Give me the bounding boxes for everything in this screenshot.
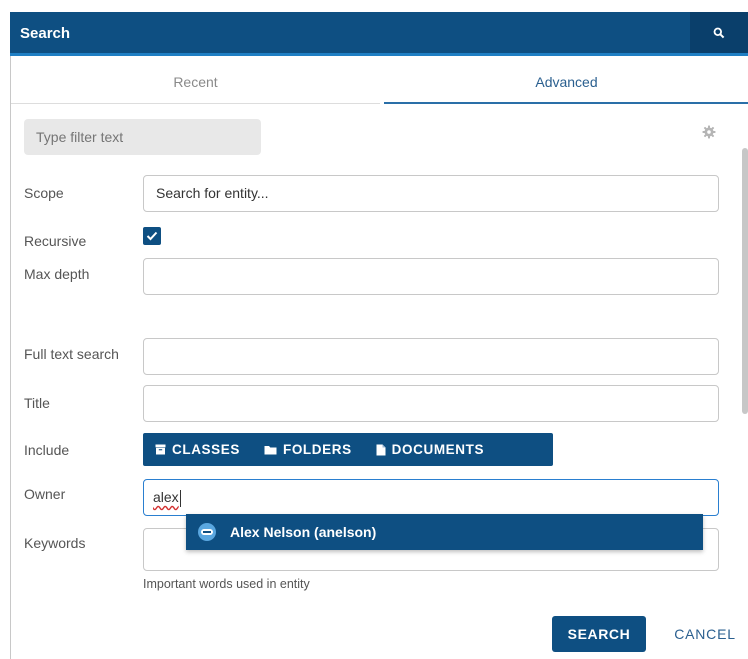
text-caret — [179, 489, 181, 507]
owner-label: Owner — [24, 486, 66, 502]
document-icon — [376, 444, 386, 455]
keywords-hint: Important words used in entity — [143, 577, 310, 591]
owner-input[interactable]: alex — [143, 479, 719, 516]
scope-input[interactable]: Search for entity... — [143, 175, 719, 212]
include-folders-label: FOLDERS — [282, 442, 352, 457]
keywords-label: Keywords — [24, 535, 86, 551]
title-label: Title — [24, 395, 50, 411]
folder-icon — [264, 445, 277, 454]
include-documents-label: DOCUMENTS — [391, 442, 485, 457]
tab-bar: Recent Advanced — [11, 60, 748, 104]
advanced-search-panel: Recent Advanced Scope Search for entity.… — [10, 56, 748, 659]
filter-input[interactable] — [24, 119, 261, 155]
include-documents-button[interactable]: DOCUMENTS — [364, 433, 496, 466]
title-input[interactable] — [143, 385, 719, 422]
archive-icon — [155, 444, 166, 455]
header-title: Search — [20, 25, 71, 42]
full-text-input[interactable] — [143, 338, 719, 375]
scope-label: Scope — [24, 185, 64, 201]
include-toggle-group: CLASSES FOLDERS DOCUMENTS — [143, 433, 553, 466]
max-depth-label: Max depth — [24, 266, 90, 282]
tab-advanced[interactable]: Advanced — [384, 60, 748, 104]
search-button[interactable]: SEARCH — [552, 616, 646, 652]
include-classes-button[interactable]: CLASSES — [143, 433, 252, 466]
search-icon[interactable] — [690, 12, 748, 53]
cancel-button[interactable]: CANCEL — [667, 616, 743, 652]
check-icon — [146, 231, 158, 241]
full-text-label: Full text search — [24, 346, 119, 362]
scrollbar[interactable] — [742, 148, 748, 414]
recursive-checkbox[interactable] — [143, 227, 161, 245]
tab-recent[interactable]: Recent — [11, 60, 380, 104]
user-avatar-icon — [198, 523, 216, 541]
owner-suggestion-label: Alex Nelson (anelson) — [230, 524, 377, 540]
recursive-label: Recursive — [24, 233, 87, 249]
gear-icon[interactable] — [702, 125, 716, 142]
search-header: Search — [10, 12, 748, 56]
include-folders-button[interactable]: FOLDERS — [252, 433, 364, 466]
owner-suggestion-item[interactable]: Alex Nelson (anelson) — [186, 514, 703, 550]
owner-input-value: alex — [153, 489, 179, 505]
include-classes-label: CLASSES — [172, 442, 240, 457]
include-label: Include — [24, 442, 70, 458]
max-depth-input[interactable] — [143, 258, 719, 295]
